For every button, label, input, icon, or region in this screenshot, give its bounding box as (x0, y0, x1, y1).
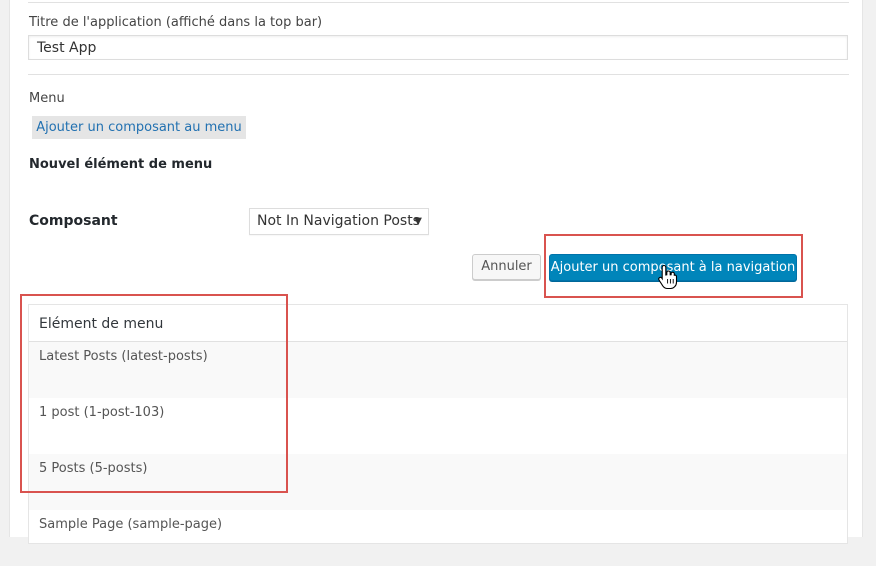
dropdown-caret-icon: ▼ (414, 216, 422, 227)
divider-top (28, 2, 849, 3)
table-row[interactable]: Sample Page (sample-page) (29, 510, 847, 566)
app-title-label: Titre de l'application (affiché dans la … (29, 15, 323, 30)
table-row[interactable]: 5 Posts (5-posts) (29, 454, 847, 510)
component-select[interactable]: Not In Navigation Posts ▼ (249, 208, 429, 235)
menu-items-table-header: Elément de menu (29, 305, 847, 342)
component-label: Composant (29, 213, 118, 229)
cancel-button[interactable]: Annuler (472, 254, 541, 280)
menu-items-table: Elément de menu Latest Posts (latest-pos… (28, 304, 848, 544)
app-title-input[interactable]: Test App (28, 35, 848, 60)
component-select-value: Not In Navigation Posts (257, 213, 420, 229)
add-component-to-menu-button[interactable]: Ajouter un composant au menu (32, 116, 246, 139)
divider-menu (28, 74, 849, 75)
hand-pointer-cursor-icon (658, 264, 678, 290)
new-menu-item-heading: Nouvel élément de menu (29, 157, 213, 172)
table-row[interactable]: Latest Posts (latest-posts) (29, 342, 847, 398)
menu-label: Menu (29, 91, 65, 106)
table-row[interactable]: 1 post (1-post-103) (29, 398, 847, 454)
